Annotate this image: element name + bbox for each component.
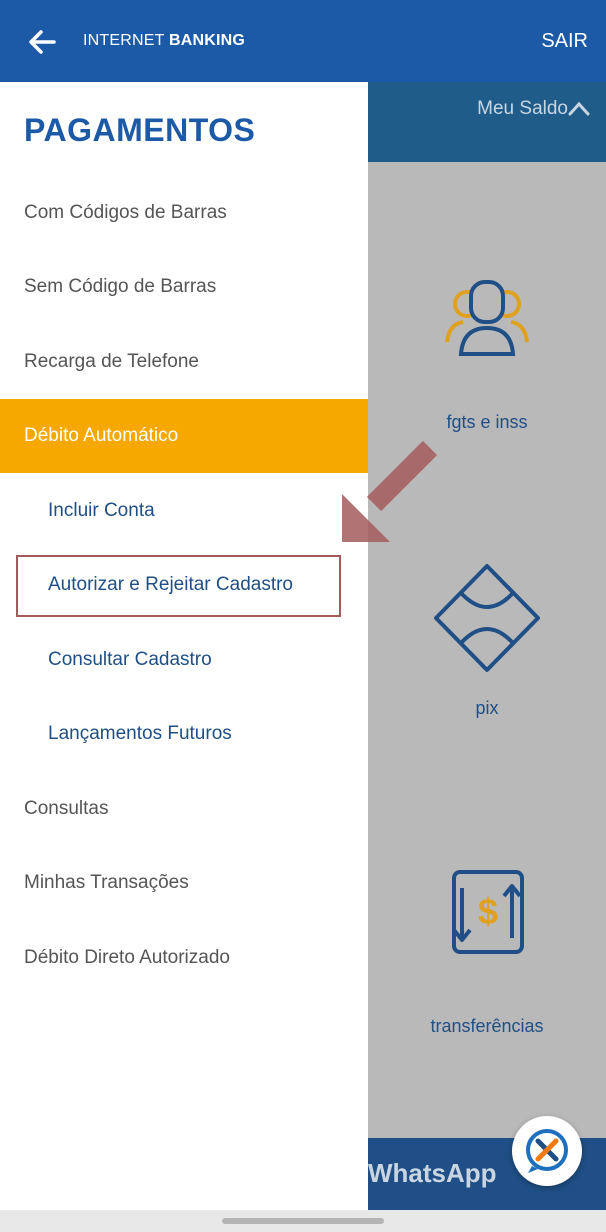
service-transfers[interactable]: $ transferências	[368, 868, 606, 1037]
svg-text:$: $	[478, 891, 498, 932]
top-bar: INTERNET BANKING SAIR	[0, 0, 606, 82]
menu-item-phone-recharge[interactable]: Recarga de Telefone	[0, 325, 368, 399]
service-label: pix	[475, 698, 499, 718]
whatsapp-label: WhatsApp	[368, 1158, 497, 1188]
app-brand: INTERNET BANKING	[83, 32, 245, 50]
chevron-up-icon	[568, 98, 590, 120]
menu-item-queries[interactable]: Consultas	[0, 772, 368, 846]
chat-icon	[526, 1129, 568, 1173]
brand-text-2: BANKING	[168, 32, 246, 49]
brand-text-1: INTERNET	[83, 32, 169, 49]
highlight-annotation-box	[16, 555, 341, 617]
annotation-arrow-icon	[330, 430, 442, 553]
submenu-item-add-account[interactable]: Incluir Conta	[0, 474, 368, 548]
main-content-overlay: Meu Saldo fgts e inss pix $ transferênci…	[368, 82, 606, 1210]
menu-item-barcode[interactable]: Com Códigos de Barras	[0, 176, 368, 250]
submenu-item-future-entries[interactable]: Lançamentos Futuros	[0, 697, 368, 771]
service-pix[interactable]: pix	[368, 562, 606, 719]
menu-item-auto-debit[interactable]: Débito Automático	[0, 399, 368, 473]
menu-item-my-transactions[interactable]: Minhas Transações	[0, 846, 368, 920]
drawer-title: PAGAMENTOS	[24, 112, 256, 148]
back-arrow-icon[interactable]	[22, 22, 62, 62]
navigation-drawer: PAGAMENTOS Com Códigos de Barras Sem Cód…	[0, 82, 368, 1210]
service-label: transferências	[430, 1016, 544, 1036]
service-fgts-inss[interactable]: fgts e inss	[368, 274, 606, 433]
logout-button[interactable]: SAIR	[541, 30, 588, 53]
menu-item-direct-debit[interactable]: Débito Direto Autorizado	[0, 921, 368, 995]
submenu-item-check-registration[interactable]: Consultar Cadastro	[0, 623, 368, 697]
menu-item-no-barcode[interactable]: Sem Código de Barras	[0, 250, 368, 324]
balance-label: Meu Saldo	[477, 98, 568, 119]
chat-assistant-button[interactable]	[512, 1116, 582, 1186]
balance-bar[interactable]: Meu Saldo	[368, 82, 606, 162]
transfer-icon: $	[368, 868, 606, 958]
home-indicator[interactable]	[222, 1218, 384, 1224]
people-icon	[368, 274, 606, 364]
pix-icon	[368, 562, 606, 674]
